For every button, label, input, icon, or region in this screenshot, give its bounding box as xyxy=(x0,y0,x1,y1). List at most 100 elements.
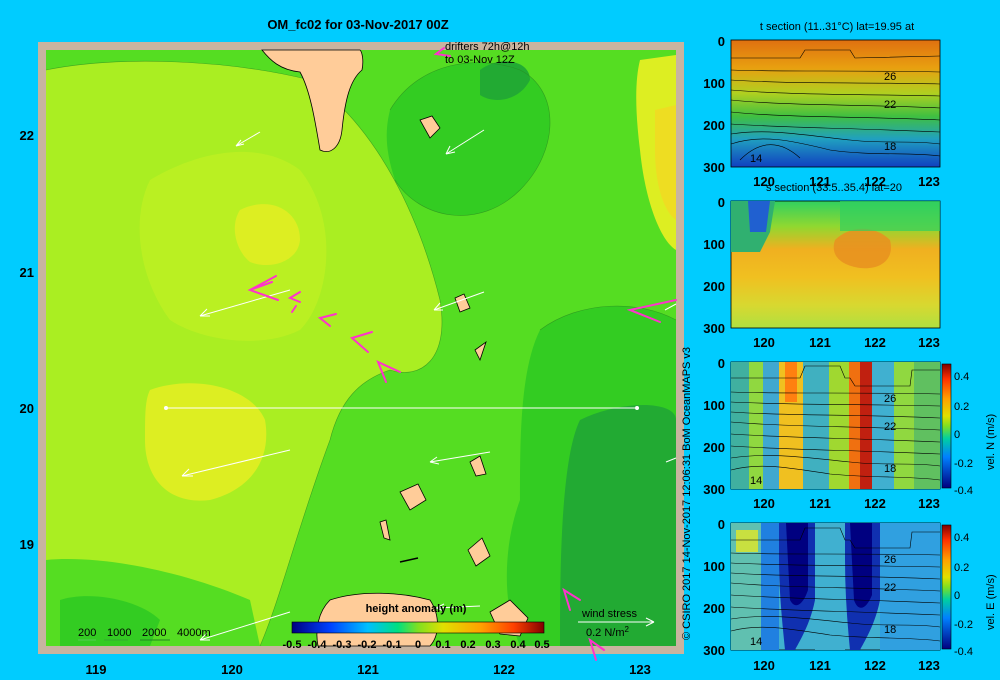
cbar-tick: 0.4 xyxy=(954,532,969,544)
map-x-tick: 119 xyxy=(86,662,107,677)
cbar-tick: 0.4 xyxy=(954,371,969,383)
section-y-tick: 200 xyxy=(703,279,725,294)
contour-label: 26 xyxy=(884,393,896,405)
section-y-tick: 0 xyxy=(718,195,725,210)
velocity-colorbar-ticks: 0.4 0.2 0 -0.2 -0.4 xyxy=(954,532,973,658)
colorbar-tick: 0.4 xyxy=(510,639,526,651)
section-y-tick: 100 xyxy=(703,398,725,413)
section-x-tick: 121 xyxy=(809,496,831,511)
section-title: t section (11..31°C) lat=19.95 at xyxy=(760,21,914,33)
map-y-tick: 21 xyxy=(20,265,34,280)
section-x-tick: 122 xyxy=(864,496,886,511)
section-y-tick: 300 xyxy=(703,482,725,497)
section-y-tick: 300 xyxy=(703,643,725,658)
cbar-tick: -0.2 xyxy=(954,458,973,470)
cbar-tick: -0.4 xyxy=(954,646,973,658)
depth-legend-200: 200 xyxy=(78,627,96,639)
section-x-tick: 123 xyxy=(918,658,940,673)
section-x-axis: 120 121 122 123 xyxy=(753,496,940,511)
colorbar-tick: -0.4 xyxy=(308,639,328,651)
velocity-stripes xyxy=(731,523,940,650)
map-x-tick: 120 xyxy=(221,662,243,677)
velocity-colorbar xyxy=(941,524,952,650)
colorbar-tick: -0.2 xyxy=(358,639,377,651)
colorbar-tick: -0.1 xyxy=(383,639,402,651)
section-y-tick: 300 xyxy=(703,160,725,175)
section-panel-temperature: t section (11..31°C) lat=19.95 at 26 22 … xyxy=(703,21,941,189)
section-panel-velocity-north: 26 22 18 14 0 100 200 300 120 121 122 12… xyxy=(703,356,997,511)
map-y-tick: 19 xyxy=(20,537,34,552)
map-x-tick: 121 xyxy=(357,662,379,677)
section-x-tick: 122 xyxy=(864,658,886,673)
section-y-tick: 100 xyxy=(703,76,725,91)
colorbar-tick: 0 xyxy=(415,639,421,651)
section-y-axis: 0 100 200 300 xyxy=(703,356,725,497)
section-y-tick: 0 xyxy=(718,34,725,49)
cbar-tick: 0.2 xyxy=(954,562,969,574)
cbar-tick: 0 xyxy=(954,590,960,602)
section-x-axis: 120 121 122 123 xyxy=(753,335,940,350)
section-y-tick: 100 xyxy=(703,237,725,252)
section-panel-salinity: s section (33.5..35.4) lat=20 0 100 200 … xyxy=(703,182,941,350)
contour-label: 14 xyxy=(750,153,762,165)
cbar-tick: 0.2 xyxy=(954,401,969,413)
depth-legend-4000: 4000m xyxy=(177,627,211,639)
colorbar-gradient xyxy=(291,621,545,634)
velocity-stripes xyxy=(731,362,940,489)
contour-label: 22 xyxy=(884,99,896,111)
velocity-north-label: vel. N (m/s) xyxy=(985,414,997,470)
section-panel-velocity-east: 26 22 18 14 0 100 200 300 120 121 122 12… xyxy=(703,517,997,673)
contour-label: 14 xyxy=(750,636,762,648)
section-y-tick: 100 xyxy=(703,559,725,574)
section-field xyxy=(730,39,941,168)
cbar-tick: -0.2 xyxy=(954,619,973,631)
map-x-axis: 119 120 121 122 123 xyxy=(86,662,651,677)
section-x-tick: 123 xyxy=(918,174,940,189)
colorbar-label: height anomaly (m) xyxy=(366,603,467,615)
contour-label: 26 xyxy=(884,71,896,83)
section-y-tick: 0 xyxy=(718,356,725,371)
section-y-axis: 0 100 200 300 xyxy=(703,34,725,175)
cbar-tick: 0 xyxy=(954,429,960,441)
colorbar-tick: -0.5 xyxy=(283,639,302,651)
colorbar-tick: 0.3 xyxy=(485,639,500,651)
depth-legend-2000: 2000 xyxy=(142,627,166,639)
section-x-tick: 123 xyxy=(918,335,940,350)
credit-text: © CSIRO 2017 14-Nov-2017 12:06:31 BoM Oc… xyxy=(681,347,693,640)
contour-label: 18 xyxy=(884,141,896,153)
drifters-note-line2: to 03-Nov 12Z xyxy=(445,54,515,66)
map-y-tick: 20 xyxy=(20,401,34,416)
section-y-tick: 200 xyxy=(703,440,725,455)
wind-stress-label: wind stress xyxy=(581,608,638,620)
contour-label: 18 xyxy=(884,624,896,636)
section-x-tick: 120 xyxy=(753,658,775,673)
section-y-axis: 0 100 200 300 xyxy=(703,195,725,336)
section-y-tick: 200 xyxy=(703,118,725,133)
section-x-tick: 120 xyxy=(753,335,775,350)
map-y-tick: 22 xyxy=(20,128,34,143)
section-y-tick: 200 xyxy=(703,601,725,616)
section-x-tick: 120 xyxy=(753,496,775,511)
wind-scale-value: 0.2 N/m2 xyxy=(586,625,630,639)
velocity-colorbar-ticks: 0.4 0.2 0 -0.2 -0.4 xyxy=(954,371,973,497)
section-x-tick: 121 xyxy=(809,335,831,350)
map-x-tick: 123 xyxy=(629,662,651,677)
depth-legend-1000: 1000 xyxy=(107,627,131,639)
contour-label: 18 xyxy=(884,463,896,475)
contour-label: 14 xyxy=(750,475,762,487)
salinity-surface-patch xyxy=(840,201,940,231)
map-panel xyxy=(38,42,684,661)
section-x-tick: 123 xyxy=(918,496,940,511)
velocity-colorbar xyxy=(941,363,952,489)
section-title: s section (33.5..35.4) lat=20 xyxy=(766,182,902,194)
section-y-tick: 300 xyxy=(703,321,725,336)
colorbar-tick: 0.1 xyxy=(435,639,450,651)
map-x-tick: 122 xyxy=(493,662,515,677)
section-x-tick: 122 xyxy=(864,335,886,350)
colorbar-tick: 0.2 xyxy=(460,639,475,651)
map-y-axis: 22 21 20 19 xyxy=(20,128,34,552)
forecast-figure: OM_fc02 for 03-Nov-2017 00Z drifters 72h… xyxy=(20,17,997,677)
section-x-axis: 120 121 122 123 xyxy=(753,658,940,673)
colorbar-tick: 0.5 xyxy=(534,639,549,651)
section-y-tick: 0 xyxy=(718,517,725,532)
